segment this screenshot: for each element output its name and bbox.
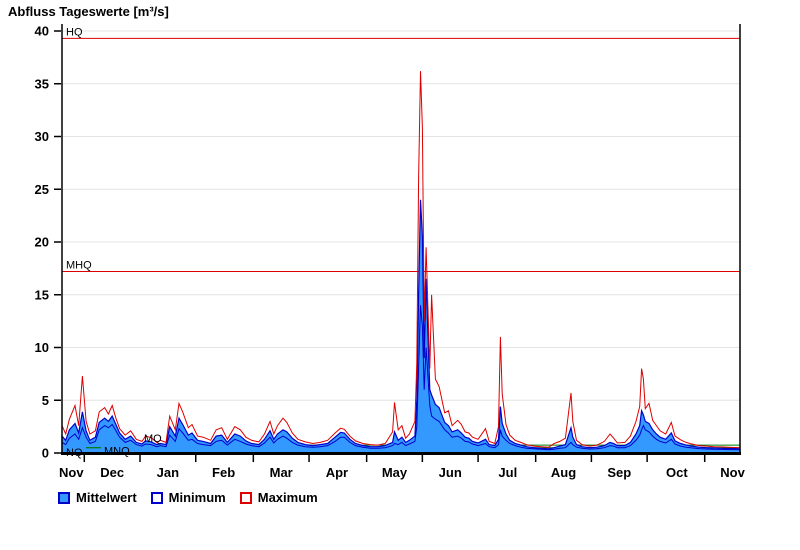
legend-item-maximum: Maximum bbox=[240, 490, 318, 505]
month-label-feb: Feb bbox=[212, 465, 235, 480]
y-tick-label: 15 bbox=[35, 287, 49, 302]
legend-label-maximum: Maximum bbox=[258, 490, 318, 505]
month-label-apr: Apr bbox=[326, 465, 348, 480]
reference-label-hq: HQ bbox=[66, 26, 83, 38]
month-label-jun: Jun bbox=[439, 465, 462, 480]
y-tick-label: 0 bbox=[42, 446, 49, 461]
mittelwert-swatch-icon bbox=[58, 492, 70, 504]
month-label-aug: Aug bbox=[551, 465, 576, 480]
month-label-dec: Dec bbox=[100, 465, 124, 480]
y-tick-label: 5 bbox=[42, 393, 49, 408]
minimum-swatch-icon bbox=[151, 492, 163, 504]
month-label-jan: Jan bbox=[157, 465, 179, 480]
reference-label-mhq: MHQ bbox=[66, 260, 92, 272]
month-label-may: May bbox=[382, 465, 408, 480]
mittelwert-area bbox=[62, 200, 740, 453]
legend-label-minimum: Minimum bbox=[169, 490, 226, 505]
maximum-line bbox=[62, 71, 740, 448]
month-label-oct: Oct bbox=[666, 465, 688, 480]
chart-legend: Mittelwert Minimum Maximum bbox=[58, 490, 332, 505]
y-tick-label: 20 bbox=[35, 235, 49, 250]
month-label-mar: Mar bbox=[270, 465, 293, 480]
reference-label-mq: MQ bbox=[144, 433, 162, 445]
legend-item-minimum: Minimum bbox=[151, 490, 226, 505]
x-axis bbox=[61, 452, 741, 455]
y-tick-label: 40 bbox=[35, 24, 49, 39]
reference-label-nq: NQ bbox=[66, 447, 83, 459]
reference-label-mnq: MNQ bbox=[104, 446, 130, 458]
month-label-nov: Nov bbox=[59, 465, 84, 480]
month-label-jul: Jul bbox=[498, 465, 517, 480]
month-label-sep: Sep bbox=[607, 465, 631, 480]
y-tick-label: 10 bbox=[35, 340, 49, 355]
discharge-chart: 0 5 10 15 20 25 30 35 40 Nov Dec Jan Feb Mar Apr May Jun… bbox=[0, 0, 800, 550]
maximum-swatch-icon bbox=[240, 492, 252, 504]
discharge-chart-page: Abfluss Tageswerte [m³/s] 05101520253035… bbox=[0, 0, 800, 550]
legend-item-mittelwert: Mittelwert bbox=[58, 490, 137, 505]
y-tick-label: 30 bbox=[35, 129, 49, 144]
month-label-nov: Nov bbox=[720, 465, 745, 480]
y-tick-label: 25 bbox=[35, 182, 49, 197]
y-tick-label: 35 bbox=[35, 76, 49, 91]
legend-label-mittelwert: Mittelwert bbox=[76, 490, 137, 505]
